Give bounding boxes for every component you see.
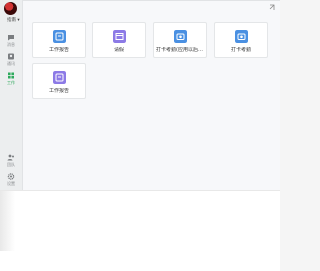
camera-icon: [235, 30, 248, 43]
workbench-panel: 指南 ▾ 工作报告 请假 打卡考勤(应用以后信… 打卡考勤 工作报告: [7, 0, 280, 191]
background-shadow: [0, 191, 15, 251]
tile-label: 工作报告: [48, 88, 69, 94]
app-tile-attendance[interactable]: 打卡考勤: [214, 22, 268, 58]
tile-label: 请假: [113, 47, 124, 53]
tile-label: 打卡考勤: [230, 47, 251, 53]
tile-label: 打卡考勤(应用以后信…: [156, 47, 206, 53]
calendar-icon: [113, 30, 126, 43]
app-tile-leave[interactable]: 请假: [92, 22, 146, 58]
org-switcher[interactable]: 指南 ▾: [7, 17, 20, 23]
app-tile-work-report-2[interactable]: 工作报告: [32, 63, 86, 99]
sidebar-item-label: 消息: [7, 42, 15, 47]
report-icon: [53, 30, 66, 43]
app-tile-attendance-new[interactable]: 打卡考勤(应用以后信…: [153, 22, 207, 58]
report-icon: [53, 71, 66, 84]
sidebar-item-settings[interactable]: 设置: [0, 173, 22, 186]
tile-label: 工作报告: [48, 47, 69, 53]
sidebar-item-label: 团队: [7, 162, 15, 167]
workbench-icon: [8, 72, 14, 79]
app-tile-work-report[interactable]: 工作报告: [32, 22, 86, 58]
sidebar-item-messages[interactable]: 消息: [0, 34, 22, 47]
desktop-background: [0, 190, 280, 271]
chat-icon: [8, 35, 14, 41]
sidebar: 消息 通讯 工作 团队 设置: [0, 0, 23, 190]
gear-icon: [7, 173, 15, 180]
sidebar-item-work[interactable]: 工作: [0, 72, 22, 85]
avatar[interactable]: [4, 2, 17, 15]
sidebar-item-team[interactable]: 团队: [0, 154, 22, 167]
sidebar-item-label: 设置: [7, 181, 15, 186]
sidebar-item-contacts[interactable]: 通讯: [0, 53, 22, 66]
sidebar-item-label: 工作: [7, 80, 15, 85]
new-window-icon[interactable]: [268, 4, 276, 12]
camera-icon: [174, 30, 187, 43]
contacts-icon: [8, 53, 14, 60]
sidebar-item-label: 通讯: [7, 61, 15, 66]
team-icon: [7, 154, 14, 161]
